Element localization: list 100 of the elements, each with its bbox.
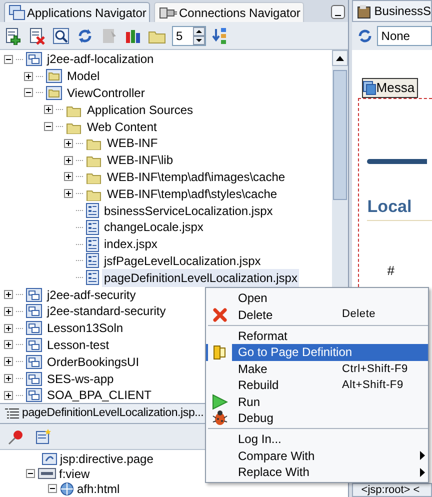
component-label: Messa [362, 78, 418, 98]
expand-icon[interactable] [4, 357, 13, 366]
panel-title: pageDefinitionLevelLocalization.jsp... [22, 406, 204, 421]
collapse-icon[interactable] [26, 469, 35, 478]
module-folder-icon [46, 69, 62, 84]
tree-item[interactable]: jsfPageLevelLocalization.jspx [102, 252, 263, 270]
tree-item[interactable]: Lesson13Soln [45, 319, 126, 338]
project-icon [26, 338, 42, 352]
tree-item[interactable]: afh:html [77, 480, 120, 497]
refresh-icon[interactable] [76, 26, 94, 44]
expand-icon[interactable] [4, 324, 13, 333]
expand-icon[interactable] [4, 290, 13, 300]
page-file-icon [86, 203, 99, 218]
expand-icon[interactable] [24, 72, 33, 81]
page-heading: Local [367, 194, 432, 220]
menu-item[interactable]: Run [206, 393, 428, 410]
new-document-icon[interactable] [4, 26, 22, 44]
menu-item[interactable]: Open [206, 290, 428, 306]
expand-icon[interactable] [44, 105, 53, 114]
dropdown[interactable]: None [377, 26, 432, 46]
menu-item[interactable]: Replace With [206, 464, 428, 480]
list-icon [4, 406, 20, 420]
project-icon [26, 288, 42, 302]
tree-item[interactable]: Application Sources [85, 100, 196, 119]
page-file-icon [86, 270, 99, 286]
tree-item[interactable]: Web Content [85, 118, 159, 136]
project-icon [26, 372, 42, 386]
component-icon [363, 81, 376, 95]
expand-icon[interactable] [64, 189, 73, 198]
tree-item[interactable]: OrderBookingsUI [45, 352, 142, 371]
connector-icon [159, 6, 177, 20]
menu-item[interactable]: Go to Page Definition [206, 344, 428, 361]
page-definition-icon [213, 344, 227, 360]
menu-item[interactable]: Debug [206, 410, 428, 426]
menu-item[interactable]: Delete Delete [206, 306, 428, 323]
menu-item[interactable]: Log In... [206, 431, 428, 448]
delete-document-icon[interactable] [28, 26, 46, 44]
tree-item[interactable]: j2ee-standard-security [45, 302, 168, 320]
menu-item[interactable]: Compare With [206, 448, 428, 464]
menu-item[interactable]: Rebuild Alt+Shift-F9 [206, 376, 428, 394]
tree-item[interactable]: ViewController [65, 84, 147, 102]
expand-icon[interactable] [4, 390, 13, 400]
tree-item[interactable]: f:view [59, 464, 90, 482]
tree-item[interactable]: pageDefinitionLevelLocalization.jspx [102, 268, 300, 287]
expand-icon[interactable] [4, 374, 13, 384]
tree-item[interactable]: j2ee-adf-localization [45, 50, 156, 68]
pushpin-icon[interactable] [8, 428, 24, 444]
project-icon [26, 321, 42, 336]
tree-item[interactable]: changeLocale.jspx [102, 218, 206, 236]
module-folder-icon [46, 86, 62, 100]
menu-item[interactable]: Make Ctrl+Shift-F9 [206, 360, 428, 377]
windows-icon [9, 5, 25, 20]
tree-item[interactable]: WEB-INF [105, 134, 160, 152]
x-icon [213, 308, 227, 322]
page-file-icon [86, 236, 99, 252]
expand-icon[interactable] [4, 306, 13, 316]
play-icon [212, 394, 228, 410]
collapse-icon[interactable] [4, 54, 13, 64]
editor-tab[interactable]: BusinessS [352, 0, 432, 22]
tree-item[interactable]: SES-ws-app [45, 370, 116, 388]
page-file-icon [86, 220, 99, 235]
tree-item[interactable]: bsinessServiceLocalization.jspx [102, 202, 275, 220]
sort-icon[interactable] [212, 26, 228, 44]
minimize-button[interactable] [331, 5, 346, 19]
collapse-icon[interactable] [44, 122, 53, 132]
spinner-down-icon[interactable] [193, 36, 205, 44]
scroll-thumb[interactable] [333, 70, 348, 200]
expand-icon[interactable] [64, 156, 73, 165]
expand-icon[interactable] [4, 340, 13, 350]
spinner-up-icon[interactable] [193, 26, 205, 36]
expand-icon[interactable] [64, 138, 73, 148]
tree-item[interactable]: Lesson-test [45, 336, 112, 354]
search-icon[interactable] [52, 26, 70, 44]
bug-icon [212, 410, 228, 426]
tree-item[interactable]: WEB-INF\temp\adf\images\cache [105, 168, 288, 186]
page-text: # [386, 262, 396, 280]
navigator-tab[interactable]: Applications Navigator [4, 2, 150, 22]
tree-item[interactable]: SOA_BPA_CLIENT [45, 386, 154, 403]
tree-item[interactable]: WEB-INF\temp\adf\styles\cache [105, 184, 280, 203]
new-page-icon[interactable] [36, 428, 52, 444]
project-icon [26, 354, 42, 369]
tree-item[interactable]: j2ee-adf-security [45, 286, 138, 304]
tree-item[interactable]: jsp:directive.page [60, 450, 154, 468]
tree-item[interactable]: Model [65, 67, 102, 86]
directive-icon [42, 452, 57, 464]
tree-item[interactable]: WEB-INF\lib [105, 151, 175, 170]
jsf-tag-icon [38, 468, 56, 479]
scroll-up-icon[interactable] [332, 50, 348, 66]
header-bar [367, 159, 428, 164]
menu-item[interactable]: Reformat [206, 328, 428, 344]
number-spinner[interactable]: 5 [172, 26, 206, 46]
collapse-icon[interactable] [24, 88, 33, 98]
page-file-icon [86, 253, 99, 268]
navigator-tab[interactable]: Connections Navigator [154, 2, 304, 22]
tree-item[interactable]: index.jspx [102, 235, 160, 254]
bean-icon [357, 4, 372, 18]
collapse-icon[interactable] [48, 484, 57, 493]
source-tab[interactable]: <jsp:root> < [352, 483, 432, 497]
project-icon [26, 52, 42, 66]
expand-icon[interactable] [64, 172, 73, 182]
